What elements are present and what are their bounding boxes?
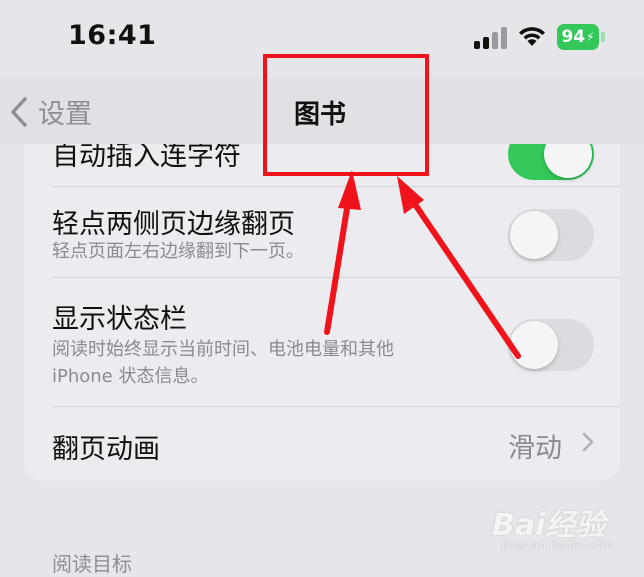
watermark-url: jingyan.baidu.com — [502, 538, 613, 552]
baidu-jingyan-watermark: Bai经验 jingyan.baidu.com — [492, 498, 642, 558]
annotation-arrows — [324, 170, 521, 359]
